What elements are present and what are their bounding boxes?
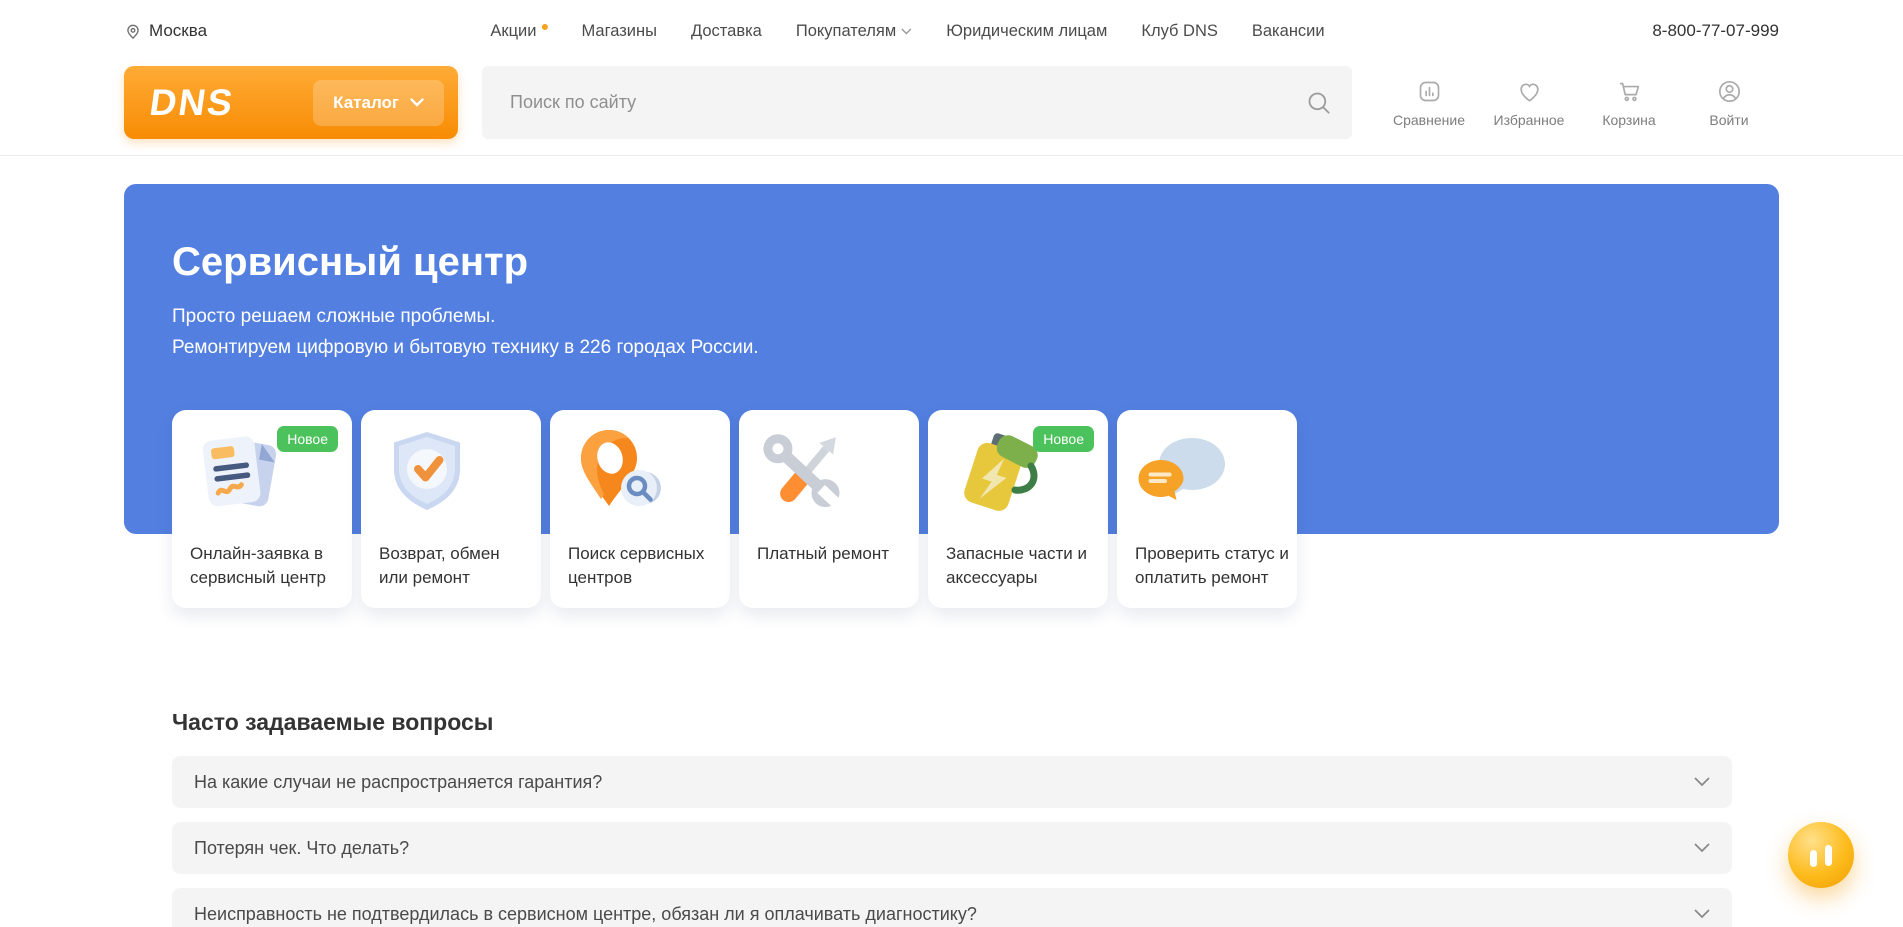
catalog-button[interactable]: Каталог [313,80,444,126]
favorites-button[interactable]: Избранное [1479,78,1579,128]
service-cards: Новое Онлайн-заявка в сервисный центр Во… [172,410,1297,608]
chevron-down-icon [1694,909,1710,919]
search-button[interactable] [1305,66,1332,139]
header-actions: Сравнение Избранное Корзина [1379,78,1779,128]
dns-logo[interactable]: DNS [147,84,236,121]
service-center-hero: Сервисный центр Просто решаем сложные пр… [124,184,1779,534]
nav-item-legal[interactable]: Юридическим лицам [946,22,1107,41]
search-icon [1305,89,1332,116]
chevron-down-icon [1694,777,1710,787]
faq-question: Неисправность не подтвердилась в сервисн… [194,904,977,925]
card-online-request[interactable]: Новое Онлайн-заявка в сервисный центр [172,410,352,608]
chat-widget-button[interactable] [1788,822,1854,888]
card-label: Проверить статус и оплатить ремонт [1135,542,1289,590]
favorites-label: Избранное [1494,112,1565,128]
hero-subtitle-line2: Ремонтируем цифровую и бытовую технику в… [172,332,1731,363]
cart-label: Корзина [1602,112,1655,128]
card-service-search[interactable]: Поиск сервисных центров [550,410,730,608]
faq-item-lost-receipt[interactable]: Потерян чек. Что делать? [172,822,1732,874]
cart-button[interactable]: Корзина [1579,78,1679,128]
nav-item-delivery[interactable]: Доставка [691,22,762,41]
card-check-status[interactable]: Проверить статус и оплатить ремонт [1117,410,1297,608]
cart-icon [1616,78,1643,105]
city-selector[interactable]: Москва [124,21,207,41]
card-label: Поиск сервисных центров [568,542,722,590]
location-pin-icon [124,22,142,40]
tools-icon [753,422,857,526]
compare-icon [1416,78,1443,105]
shield-check-icon [375,422,479,526]
support-phone[interactable]: 8-800-77-07-999 [1652,21,1779,41]
card-label: Возврат, обмен или ремонт [379,542,533,590]
document-icon [186,422,290,526]
page-title: Сервисный центр [172,184,1731,285]
site-search [482,66,1352,139]
promo-dot-icon [541,24,547,30]
chat-button-icon [1810,844,1832,867]
topbar: Москва Акции Магазины Доставка Покупател… [0,0,1903,62]
faq-item-diagnostics[interactable]: Неисправность не подтвердилась в сервисн… [172,888,1732,927]
top-navigation: Акции Магазины Доставка Покупателям Юрид… [490,22,1324,41]
new-badge: Новое [277,426,338,452]
login-label: Войти [1709,112,1748,128]
new-badge: Новое [1033,426,1094,452]
user-icon [1716,78,1743,105]
card-spare-parts[interactable]: Новое Запасные части и аксессуары [928,410,1108,608]
nav-item-buyers[interactable]: Покупателям [796,22,912,41]
nav-item-jobs[interactable]: Вакансии [1252,22,1325,41]
nav-item-club[interactable]: Клуб DNS [1141,22,1218,41]
nav-item-stores[interactable]: Магазины [581,22,657,41]
battery-icon [942,422,1046,526]
chat-bubbles-icon [1131,422,1235,526]
faq-item-warranty[interactable]: На какие случаи не распространяется гара… [172,756,1732,808]
search-input[interactable] [482,66,1352,139]
compare-label: Сравнение [1393,112,1465,128]
chevron-down-icon [1694,843,1710,853]
hero-subtitle: Просто решаем сложные проблемы. Ремонтир… [172,301,1731,363]
map-pin-search-icon [564,422,668,526]
header: DNS Каталог [0,62,1903,156]
heart-icon [1516,78,1543,105]
hero-subtitle-line1: Просто решаем сложные проблемы. [172,301,1731,332]
card-label: Платный ремонт [757,542,911,566]
chevron-down-icon [901,28,912,35]
card-return-exchange[interactable]: Возврат, обмен или ремонт [361,410,541,608]
city-label: Москва [149,21,207,41]
chevron-down-icon [410,98,424,107]
faq-question: На какие случаи не распространяется гара… [194,772,602,793]
faq-question: Потерян чек. Что делать? [194,838,409,859]
compare-button[interactable]: Сравнение [1379,78,1479,128]
card-label: Запасные части и аксессуары [946,542,1100,590]
card-label: Онлайн-заявка в сервисный центр [190,542,344,590]
faq-title: Часто задаваемые вопросы [172,709,1731,736]
card-paid-repair[interactable]: Платный ремонт [739,410,919,608]
nav-item-promos[interactable]: Акции [490,22,547,41]
login-button[interactable]: Войти [1679,78,1779,128]
logo-block: DNS Каталог [124,66,458,139]
